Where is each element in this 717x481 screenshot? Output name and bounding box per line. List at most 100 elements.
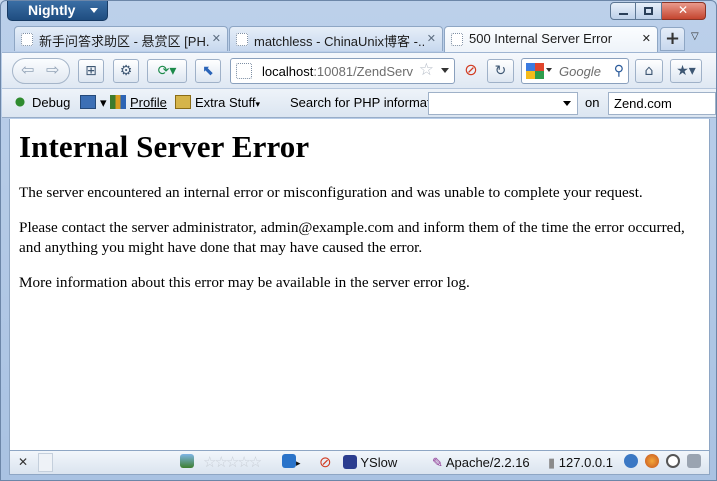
sync-icon: ⟳▾ — [157, 63, 177, 79]
extra-stuff-menu[interactable]: Extra Stuff▾ — [175, 95, 260, 110]
engine-dropdown-icon[interactable] — [546, 68, 552, 72]
minimize-button[interactable] — [610, 2, 636, 20]
chevron-down-icon — [563, 101, 571, 106]
error-paragraph: The server encountered an internal error… — [19, 184, 643, 201]
url-bar[interactable]: localhost:10081/ZendServ ☆ — [230, 58, 455, 84]
chevron-down-icon: ▾ — [100, 95, 107, 110]
resize-grip[interactable] — [38, 453, 53, 472]
reload-icon: ↻ — [494, 63, 507, 79]
firefox-icon[interactable] — [645, 454, 659, 469]
new-window-button[interactable]: ⊞ — [78, 59, 104, 83]
info-icon[interactable] — [624, 454, 638, 469]
chevron-down-icon — [90, 8, 98, 13]
back-forward-group: ⇦ ⇨ — [12, 58, 70, 84]
yslow-label: YSlow — [360, 455, 398, 470]
url-path: :10081/ZendServ — [313, 64, 414, 79]
page-icon — [236, 33, 248, 46]
select-element-button[interactable]: ⬉ — [195, 59, 221, 83]
bug-icon — [12, 95, 28, 109]
php-search-select[interactable] — [428, 92, 578, 115]
bar-chart-icon — [110, 95, 126, 109]
page-content: Internal Server Error The server encount… — [9, 119, 710, 450]
search-placeholder: Google — [559, 64, 601, 79]
app-menu-button[interactable]: Nightly — [7, 1, 108, 21]
server-info[interactable]: ✎ Apache/2.2.16 — [432, 455, 530, 471]
reload-button[interactable]: ↻ — [487, 59, 514, 83]
chevron-down-icon[interactable] — [441, 68, 449, 73]
tab-3-active[interactable]: 500 Internal Server Error ✕ — [444, 26, 658, 52]
close-icon[interactable]: ✕ — [18, 455, 28, 469]
ip-label: 127.0.0.1 — [558, 455, 613, 470]
profile-button[interactable]: Profile — [110, 95, 167, 110]
page-icon — [21, 33, 33, 46]
home-button[interactable]: ⌂ — [635, 59, 663, 83]
extra-stuff-label: Extra Stuff — [195, 95, 256, 110]
feather-icon: ✎ — [432, 455, 443, 470]
cursor-icon: ⬉ — [202, 63, 214, 79]
tab-label: 500 Internal Server Error — [469, 31, 613, 46]
clock-icon[interactable] — [666, 454, 680, 469]
server-label: Apache/2.2.16 — [445, 455, 530, 470]
debug-options-button[interactable]: ▾ — [80, 95, 107, 111]
stop-icon: ⊘ — [464, 60, 478, 79]
document-icon: ▮ — [548, 455, 556, 470]
more-info-paragraph: More information about this error may be… — [19, 274, 470, 291]
site-identity-icon[interactable] — [236, 63, 252, 79]
stop-button[interactable]: ⊘ — [460, 59, 482, 83]
google-icon — [526, 63, 544, 79]
navigation-toolbar: ⇦ ⇨ ⊞ ⚙ ⟳▾ ⬉ localhost:10081/ZendServ ☆ … — [2, 52, 716, 89]
window-icon — [80, 95, 96, 109]
close-icon: ✕ — [678, 3, 689, 17]
tab-1[interactable]: 新手问答求助区 - 悬赏区 [PH... ✕ — [14, 26, 228, 51]
settings-button[interactable]: ⚙ — [113, 59, 139, 83]
window-icon: ⊞ — [85, 63, 97, 79]
page-info-icon[interactable] — [180, 454, 194, 469]
tab-2[interactable]: matchless - ChinaUnix博客 -... ✕ — [229, 26, 443, 51]
block-icon[interactable]: ⊘ — [319, 453, 332, 471]
url-host: localhost — [262, 64, 314, 79]
status-bar: ✕ ☆☆☆☆☆ ▸ ⊘ YSlow ✎ Apache/2.2.16 ▮ 127.… — [9, 450, 710, 475]
yslow-icon — [343, 455, 357, 469]
star-icon[interactable]: ☆ — [418, 60, 434, 80]
minimize-icon — [619, 13, 628, 15]
tools-icon[interactable] — [687, 454, 701, 469]
sync-button[interactable]: ⟳▾ — [147, 59, 187, 83]
browser-window: Nightly ✕ 新手问答求助区 - 悬赏区 [PH... ✕ matchle… — [0, 0, 717, 481]
extension-toolbar: Debug ▾ Profile Extra Stuff▾ Search for … — [2, 89, 716, 118]
ip-info[interactable]: ▮ 127.0.0.1 — [548, 455, 613, 471]
tab-label: matchless - ChinaUnix博客 -... — [254, 34, 424, 49]
on-label: on — [585, 95, 600, 110]
search-box[interactable]: Google ⚲ — [521, 58, 629, 84]
bookmarks-menu-button[interactable]: ★▾ — [670, 59, 702, 83]
close-tab-icon[interactable]: ✕ — [427, 32, 436, 45]
list-all-tabs-icon[interactable]: ▽ — [691, 31, 699, 42]
yslow-button[interactable]: YSlow — [343, 455, 397, 470]
magnifier-icon[interactable]: ⚲ — [614, 62, 624, 79]
arrow-right-icon[interactable]: ⇨ — [46, 60, 59, 79]
gear-icon: ⚙ — [119, 63, 133, 79]
debug-button[interactable]: Debug — [12, 95, 70, 110]
rating-stars[interactable]: ☆☆☆☆☆ — [203, 453, 262, 471]
debug-label: Debug — [32, 95, 71, 110]
arrow-left-icon[interactable]: ⇦ — [21, 60, 34, 79]
close-window-button[interactable]: ✕ — [662, 2, 706, 20]
maximize-icon — [644, 7, 653, 15]
page-title: Internal Server Error — [19, 129, 310, 164]
chevron-down-icon: ▾ — [255, 99, 260, 109]
plus-icon: + — [664, 28, 681, 49]
bookmarks-icon: ★▾ — [676, 63, 696, 79]
site-select[interactable]: Zend.com — [608, 92, 716, 115]
close-tab-icon[interactable]: ✕ — [212, 32, 221, 45]
app-menu-label: Nightly — [28, 2, 76, 18]
tab-label: 新手问答求助区 - 悬赏区 [PH... — [39, 34, 209, 49]
close-tab-icon[interactable]: ✕ — [642, 32, 651, 45]
maximize-button[interactable] — [636, 2, 662, 20]
tools-icon — [175, 95, 191, 109]
profile-label: Profile — [130, 95, 167, 110]
page-icon — [451, 33, 463, 46]
home-icon: ⌂ — [644, 63, 654, 79]
new-tab-button[interactable]: + — [660, 27, 685, 51]
contact-paragraph: Please contact the server administrator,… — [19, 219, 685, 256]
site-select-value: Zend.com — [614, 96, 672, 111]
social-icon[interactable]: ▸ — [282, 454, 301, 469]
